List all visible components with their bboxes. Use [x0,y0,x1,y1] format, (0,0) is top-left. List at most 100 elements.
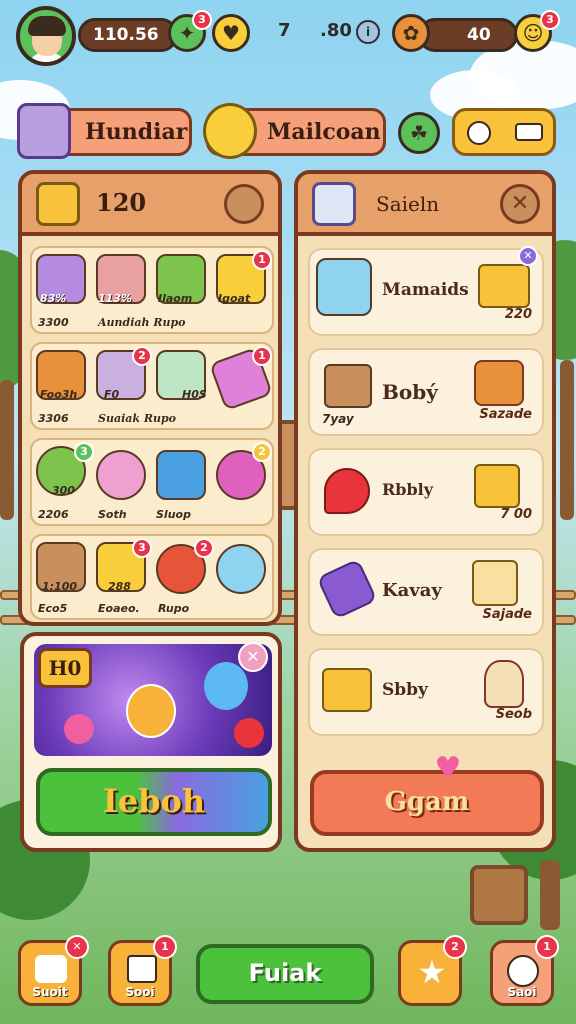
shop-item-mamaids[interactable]: Mamaids ✕ 220 [308,246,544,336]
girl-portrait-icon [316,258,372,316]
frog-icon[interactable]: ☘ [398,112,440,154]
item-value: F0 [104,388,120,401]
row-value: Eco5 [38,602,68,615]
shop-item-price: Seob [495,707,532,722]
row-value: 3306 [38,412,69,425]
bottom-button-1[interactable]: ✕ Suoit [18,935,89,1006]
crown-box-icon [324,364,372,408]
book-icon [17,103,71,159]
coin-badge: 3 [192,10,212,30]
row-label: Suaiak Rupo [98,412,176,425]
shop-item-boby[interactable]: 7yay Bobý Sazade [308,348,544,436]
shop-panel: Saieln ✕ Mamaids ✕ 220 7yay Bobý Sazade … [294,170,556,852]
inventory-panel: 120 1 83% 113% Ilaom Igoat 3300 Aundiah … [18,170,282,626]
heart-coin-icon[interactable]: ♥ [212,14,250,52]
row-label: Soth [98,508,127,521]
heart-icon: ♥ [434,751,462,786]
gift-box-icon [472,560,518,606]
close-icon[interactable]: ✕ [238,642,268,672]
gems-value: 7 [278,20,291,41]
inventory-row-3: 3 2 300 2206 Soth Sluop [30,438,274,526]
shop-header: Saieln ✕ [298,174,552,236]
item-value: 83% [40,292,67,305]
shop-item-label: Mamaids [382,280,469,300]
shop-item-sbby[interactable]: Sbby Seob [308,648,544,736]
clock-icon [467,121,491,145]
inventory-row-2: 2 1 Foo3h F0 H0S 3306 Suaiak Rupo [30,342,274,430]
bottom-button-4[interactable]: ★ 2 [398,935,467,1006]
promo-button[interactable]: Ieboh [36,768,272,836]
timer-button[interactable] [452,108,556,156]
item-badge: 3 [132,538,152,558]
item-badge: 2 [132,346,152,366]
bottom-main-button[interactable]: Fuiak [196,944,374,1004]
bottom-button-5-badge: 1 [535,935,559,959]
tickets-counter: 40 [418,18,518,52]
ticket-badge: 3 [540,10,560,30]
item-badge: 3 [74,442,94,462]
item-badge: 1 [252,346,272,366]
box-icon [127,955,157,983]
rattle-item[interactable] [216,544,266,594]
bottom-button-5[interactable]: 1 Saoi [490,935,559,1006]
inventory-row-4: 3 2 1:100 288 Eco5 Eoaeo. Rupo [30,534,274,620]
item-value: 1:100 [42,580,78,593]
bottom-main-label: Fuiak [248,959,322,987]
tickets-value: 40 [467,25,491,45]
coins-counter: 110.56 [78,18,178,52]
shop-item-price: Sajade [482,607,533,622]
shop-confirm-button[interactable]: Ggam [310,770,544,836]
tab-hundiar[interactable]: Hundiar [17,103,192,159]
treasure-icon [474,360,524,406]
close-icon[interactable]: ✕ [500,184,540,224]
item-badge: 2 [252,442,272,462]
bottom-button-5-label: Saoi [507,985,537,999]
shop-item-label: Sbby [382,680,428,700]
tab-mailcoan[interactable]: Mailcoan [203,103,386,159]
bag-icon[interactable] [224,184,264,224]
tab-mailcoan-label: Mailcoan [267,119,381,145]
shop-item-tag: 7yay [322,412,354,426]
star-icon: ★ [417,953,447,991]
orb-icon [204,662,248,710]
item-value: 288 [108,580,131,593]
inventory-header-value: 120 [96,188,147,217]
candy-item[interactable] [96,450,146,500]
promo-value: H0 [38,648,92,688]
row-label: Aundiah Rupo [98,316,186,329]
tab-hundiar-label: Hundiar [85,119,188,145]
gear-icon [507,955,539,987]
bottom-button-2[interactable]: 1 Sooi [108,935,177,1006]
promo-panel: H0 ✕ Ieboh [20,632,282,852]
shop-item-label: Bobý [382,380,438,404]
potion-icon [324,468,370,514]
item-value: 113% [98,292,132,305]
shop-item-price: 7 00 [500,507,532,522]
cake-icon [484,660,524,708]
shop-item-price: Sazade [479,407,532,422]
inventory-row-1: 1 83% 113% Ilaom Igoat 3300 Aundiah Rupo [30,246,274,334]
item-value: H0S [182,388,207,401]
coins-value: 110.56 [93,25,159,45]
row-label: Sluop [156,508,191,521]
item-badge: 2 [194,538,214,558]
box-item[interactable] [156,450,206,500]
bottom-button-2-badge: 1 [153,935,177,959]
inventory-header: 120 [22,174,278,236]
bottom-button-1-label: Suoit [32,985,68,999]
egg-icon [126,684,176,738]
player-avatar[interactable] [16,6,76,66]
row-label: Rupo [158,602,190,615]
energy-value: .80 [320,20,352,41]
shop-item-rbbly[interactable]: Rbbly 7 00 [308,448,544,536]
chest-icon [478,264,530,308]
row-value: 3300 [38,316,69,329]
shop-title: Saieln [376,192,440,216]
remove-icon[interactable]: ✕ [518,246,538,266]
star-face-icon [203,103,257,159]
info-icon[interactable]: i [356,20,380,44]
item-value: Igoat [218,292,251,305]
bottom-button-4-badge: 2 [443,935,467,959]
cookie-icon[interactable]: ✿ [392,14,430,52]
shop-item-kavay[interactable]: Kavay Sajade [308,548,544,636]
